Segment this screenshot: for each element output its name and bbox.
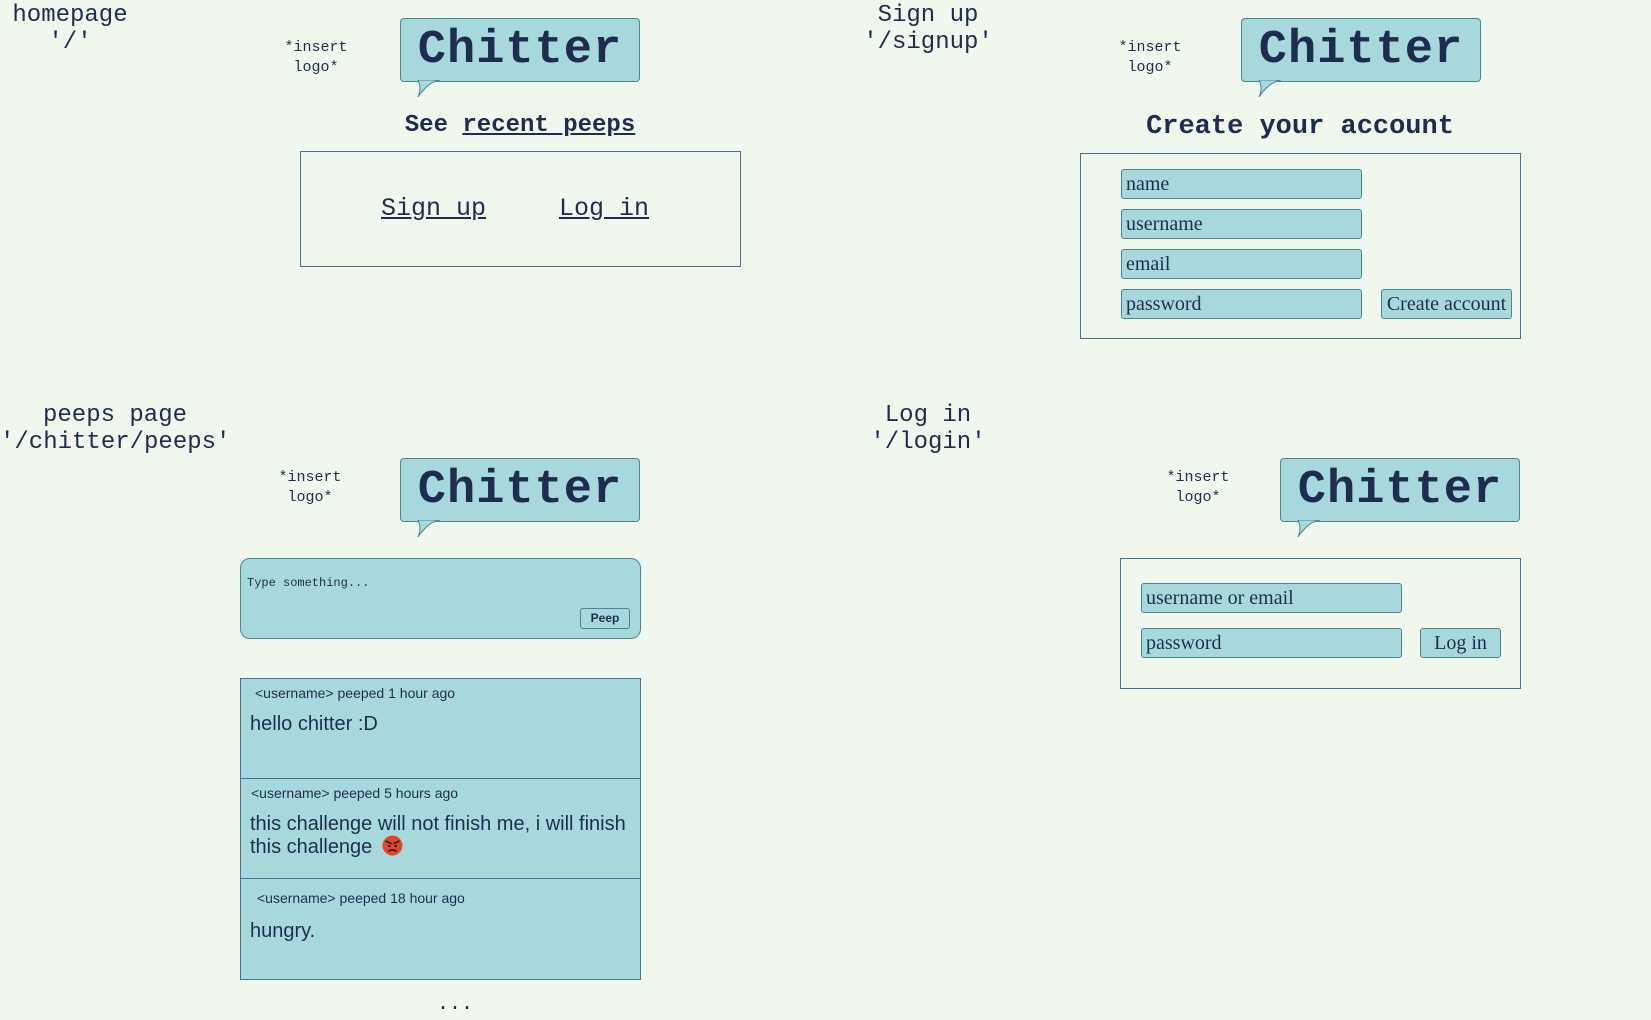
speech-tail-icon [1297,520,1321,538]
more-peeps-ellipsis: ... [436,993,473,1016]
peep-body: hello chitter :D [250,713,378,735]
logo-note-line-1: *insert [278,469,342,486]
signup-heading: Create your account [1146,112,1454,142]
compose-input[interactable]: Type something... [247,576,369,590]
homepage-caption-title: homepage [12,2,128,29]
logo-note-line-2: logo* [1175,489,1221,506]
homepage-auth-box: Sign up Log in [300,151,741,267]
speech-tail-icon [1258,80,1282,98]
signup-logo-placeholder: *insert logo* [1110,38,1190,78]
login-button[interactable]: Log in [1420,628,1501,658]
signup-form: name username email password Create acco… [1080,153,1521,339]
peeps-caption: peeps page '/chitter/peeps' [0,402,230,456]
peep-item: <username> peeped 18 hour ago hungry. [241,879,640,979]
logo-note-line-1: *insert [284,39,348,56]
peeps-logo-placeholder: *insert logo* [270,468,350,508]
login-form: username or email password Log in [1120,558,1521,689]
peep-meta: <username> peeped 5 hours ago [251,785,459,801]
signup-caption-title: Sign up [877,2,979,29]
username-field[interactable]: username [1121,209,1362,239]
compose-box[interactable]: Type something... Peep [240,558,641,639]
name-field[interactable]: name [1121,169,1362,199]
peeps-caption-route: '/chitter/peeps' [0,429,231,456]
brand-bubble: Chitter [1241,18,1481,82]
homepage-logo-bubble: Chitter [400,18,640,98]
signup-link[interactable]: Sign up [381,194,486,223]
brand-title: Chitter [417,23,623,77]
speech-tail-icon [417,80,441,98]
homepage-logo-placeholder: *insert logo* [276,38,356,78]
peep-item: <username> peeped 5 hours ago this chall… [241,779,640,879]
heading-prefix: See [404,112,448,139]
create-account-button[interactable]: Create account [1381,289,1512,319]
login-caption: Log in '/login' [848,402,1008,456]
brand-bubble: Chitter [400,458,640,522]
signup-caption: Sign up '/signup' [848,2,1008,56]
password-field[interactable]: password [1121,289,1362,319]
login-caption-route: '/login' [870,429,986,456]
logo-note-line-2: logo* [287,489,333,506]
peeps-logo-bubble: Chitter [400,458,640,538]
login-logo-bubble: Chitter [1280,458,1520,538]
peep-item: <username> peeped 1 hour ago hello chitt… [241,679,640,779]
logo-note-line-2: logo* [293,59,339,76]
email-field[interactable]: email [1121,249,1362,279]
peeps-caption-title: peeps page [42,402,188,429]
signup-caption-route: '/signup' [863,29,993,56]
brand-title: Chitter [417,463,623,517]
login-caption-title: Log in [884,402,972,429]
signup-logo-bubble: Chitter [1241,18,1481,98]
login-logo-placeholder: *insert logo* [1158,468,1238,508]
peep-body-text: this challenge will not finish me, i wil… [250,813,626,858]
peep-meta: <username> peeped 1 hour ago [255,685,456,701]
peep-button[interactable]: Peep [580,608,630,629]
peep-body: hungry. [250,920,316,942]
recent-peeps-link[interactable]: recent peeps [462,112,635,139]
angry-face-icon [382,835,403,856]
login-link[interactable]: Log in [559,194,649,223]
homepage-heading: See recent peeps [300,112,740,139]
homepage-caption-route: '/' [48,29,92,56]
password-field[interactable]: password [1141,628,1402,658]
peep-meta: <username> peeped 18 hour ago [257,890,465,906]
brand-title: Chitter [1297,463,1503,517]
username-or-email-field[interactable]: username or email [1141,583,1402,613]
brand-bubble: Chitter [1280,458,1520,522]
homepage-caption: homepage '/' [0,2,140,56]
peeps-list: <username> peeped 1 hour ago hello chitt… [240,678,641,980]
brand-title: Chitter [1258,23,1464,77]
logo-note-line-1: *insert [1166,469,1230,486]
brand-bubble: Chitter [400,18,640,82]
logo-note-line-2: logo* [1127,59,1173,76]
speech-tail-icon [417,520,441,538]
peep-body: this challenge will not finish me, i wil… [250,813,630,858]
logo-note-line-1: *insert [1118,39,1182,56]
